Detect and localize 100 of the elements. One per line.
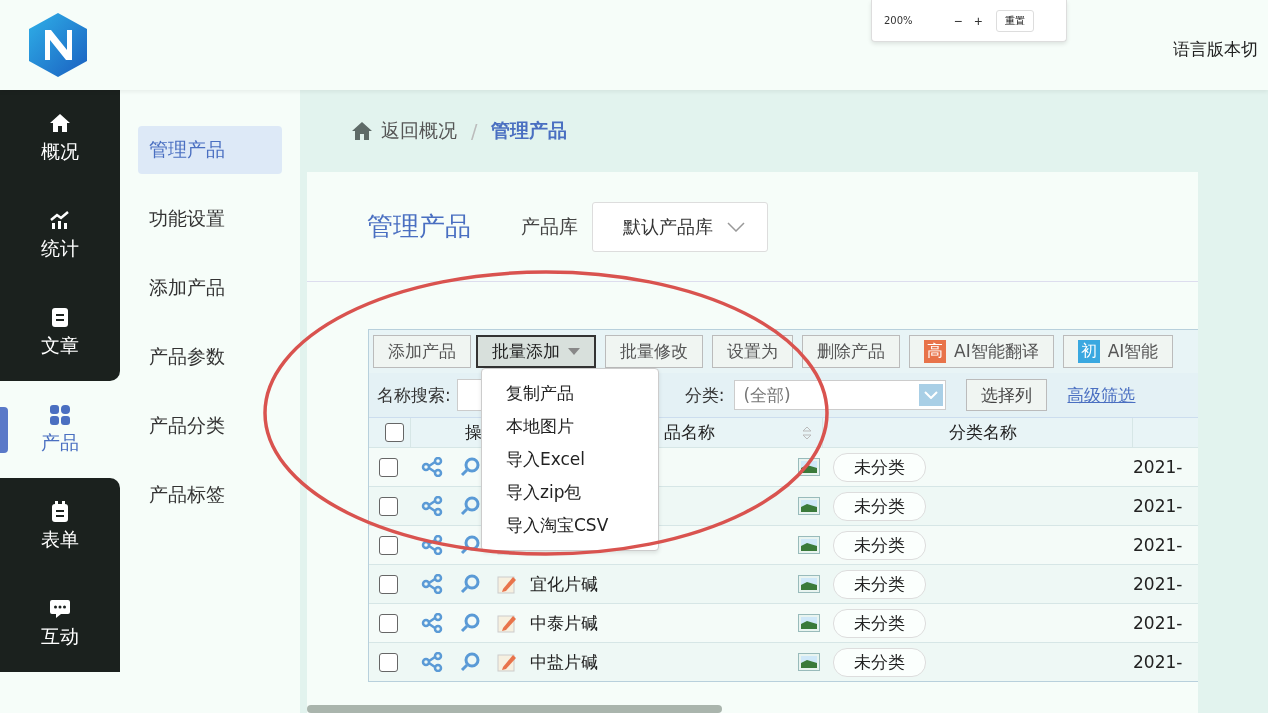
table-cell: 2021-	[1133, 496, 1183, 516]
share-icon[interactable]	[421, 574, 443, 594]
product-name: 中泰片碱	[530, 611, 599, 635]
image-icon	[798, 575, 820, 593]
category-select[interactable]: (全部)	[734, 380, 947, 410]
chart-icon	[49, 209, 71, 232]
menu-item[interactable]: 导入zip包	[482, 476, 658, 509]
toolbar-button[interactable]: 添加产品	[373, 335, 471, 368]
logo-icon	[27, 12, 89, 78]
row-checkbox[interactable]	[379, 574, 398, 594]
submenu-item[interactable]: 产品参数	[138, 333, 282, 381]
share-icon[interactable]	[421, 535, 443, 555]
caret-icon	[568, 348, 580, 355]
zoom-in-button[interactable]: +	[972, 12, 985, 29]
pencil-icon[interactable]	[497, 574, 517, 594]
nav-item[interactable]: 互动	[0, 575, 120, 672]
category-tag: 未分类	[833, 608, 926, 638]
table-cell: 2021-	[1133, 457, 1183, 477]
zoom-out-button[interactable]: −	[952, 12, 965, 29]
category-tag: 未分类	[833, 491, 926, 521]
nav-item[interactable]: 概况	[0, 90, 120, 187]
row-checkbox[interactable]	[379, 613, 398, 633]
submenu-item[interactable]: 产品分类	[138, 402, 282, 450]
toolbar-button[interactable]: 高 AI智能翻译	[909, 335, 1054, 368]
row-checkbox[interactable]	[379, 457, 398, 477]
column-header: 操	[464, 421, 482, 444]
image-icon	[798, 497, 820, 515]
pencil-icon[interactable]	[497, 652, 517, 672]
image-icon	[798, 653, 820, 671]
submenu-item[interactable]: 添加产品	[138, 264, 282, 312]
badge: 初	[1077, 340, 1100, 363]
column-header: 分类名称	[948, 421, 1017, 444]
submenu-item[interactable]: 功能设置	[138, 195, 282, 243]
image-icon	[798, 536, 820, 554]
search-icon[interactable]	[460, 457, 480, 477]
search-label: 名称搜索:	[377, 383, 451, 407]
table-cell: 2021-	[1133, 574, 1183, 594]
breadcrumb-current: 管理产品	[491, 118, 568, 143]
search-icon[interactable]	[460, 574, 480, 594]
column-header: 品名称	[664, 421, 715, 444]
submenu-item[interactable]: 管理产品	[138, 126, 282, 174]
sort-icon	[802, 425, 812, 440]
language-label: 语言版本切	[1173, 38, 1258, 61]
zoom-level: 200%	[884, 15, 914, 26]
toolbar-button[interactable]: 删除产品	[802, 335, 900, 368]
breadcrumb-separator: /	[471, 120, 478, 142]
grid-icon	[49, 403, 71, 426]
toolbar-button[interactable]: 批量修改	[605, 335, 703, 368]
dropdown-button[interactable]: 批量添加	[476, 335, 596, 368]
chevron-down-icon	[924, 391, 939, 399]
search-icon[interactable]	[460, 652, 480, 672]
library-label: 产品库	[521, 213, 578, 239]
pencil-icon[interactable]	[497, 613, 517, 633]
select-columns-button[interactable]: 选择列	[966, 379, 1048, 411]
toolbar-button[interactable]: 设置为	[712, 335, 793, 368]
table-cell: 2021-	[1133, 652, 1183, 672]
document-icon	[49, 306, 71, 329]
chevron-down-icon	[727, 221, 745, 232]
product-name: 宜化片碱	[530, 572, 599, 596]
search-icon[interactable]	[460, 496, 480, 516]
toolbar-button[interactable]: 初 AI智能	[1062, 335, 1174, 368]
category-label: 分类:	[684, 383, 725, 407]
row-checkbox[interactable]	[379, 652, 398, 672]
home-icon	[351, 121, 373, 141]
category-tag: 未分类	[833, 569, 926, 599]
table-cell: 2021-	[1133, 535, 1183, 555]
share-icon[interactable]	[421, 457, 443, 477]
product-name: 中盐片碱	[530, 650, 599, 674]
submenu-item[interactable]: 产品标签	[138, 471, 282, 519]
clipboard-icon	[49, 500, 71, 523]
row-checkbox[interactable]	[379, 535, 398, 555]
page-title: 管理产品	[367, 210, 471, 243]
share-icon[interactable]	[421, 496, 443, 516]
menu-item[interactable]: 导入淘宝CSV	[482, 509, 658, 542]
category-tag: 未分类	[833, 647, 926, 677]
badge: 高	[924, 340, 946, 363]
reset-button[interactable]: 重置	[996, 9, 1035, 32]
table-cell: 2021-	[1133, 613, 1183, 633]
menu-item[interactable]: 本地图片	[482, 410, 658, 443]
select-all-checkbox[interactable]	[385, 423, 404, 442]
back-link-text[interactable]: 返回概况	[381, 118, 457, 144]
share-icon[interactable]	[421, 613, 443, 633]
advanced-filter-link[interactable]: 高级筛选	[1067, 383, 1136, 407]
active-indicator	[0, 407, 8, 453]
scrollbar-thumb[interactable]	[307, 705, 722, 713]
nav-item[interactable]: 统计	[0, 187, 120, 284]
search-icon[interactable]	[460, 613, 480, 633]
row-checkbox[interactable]	[379, 496, 398, 516]
chat-icon	[49, 597, 71, 620]
menu-item[interactable]: 复制产品	[482, 377, 658, 410]
menu-item[interactable]: 导入Excel	[482, 443, 658, 476]
share-icon[interactable]	[421, 652, 443, 672]
category-tag: 未分类	[833, 530, 926, 560]
search-icon[interactable]	[460, 535, 480, 555]
nav-item[interactable]: 文章	[0, 284, 120, 381]
image-icon	[798, 614, 820, 632]
category-tag: 未分类	[833, 452, 926, 482]
nav-item[interactable]: 表单	[0, 478, 120, 575]
library-select[interactable]: 默认产品库	[592, 201, 768, 252]
home-icon	[49, 112, 71, 135]
